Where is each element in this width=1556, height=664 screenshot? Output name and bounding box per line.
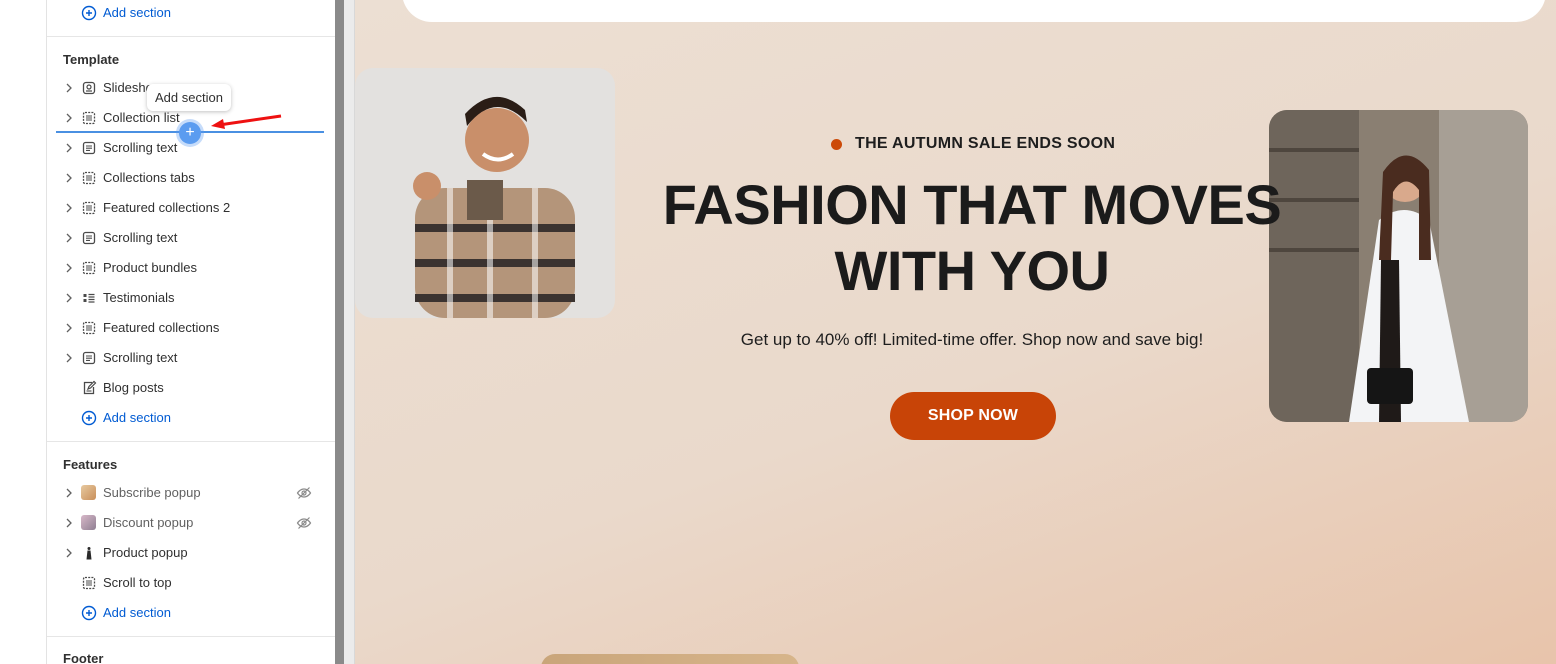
section-label: Testimonials bbox=[103, 290, 175, 305]
layout-icon bbox=[81, 260, 97, 276]
chevron-right-icon[interactable] bbox=[64, 313, 74, 343]
layout-icon bbox=[81, 110, 97, 126]
shop-now-button[interactable]: SHOP NOW bbox=[890, 392, 1056, 440]
feature-item-scroll-to-top[interactable]: Scroll to top bbox=[47, 568, 335, 598]
slideshow-icon bbox=[81, 80, 97, 96]
section-item-featured-collections-2[interactable]: Featured collections 2 bbox=[47, 193, 335, 223]
chevron-right-icon[interactable] bbox=[64, 223, 74, 253]
section-item-scrolling-text[interactable]: Scrolling text bbox=[47, 343, 335, 373]
section-label: Scrolling text bbox=[103, 140, 178, 155]
section-item-testimonials[interactable]: Testimonials bbox=[47, 283, 335, 313]
plus-circle-icon bbox=[81, 605, 97, 621]
divider bbox=[47, 441, 335, 442]
section-item-product-bundles[interactable]: Product bundles bbox=[47, 253, 335, 283]
section-label: Scrolling text bbox=[103, 230, 178, 245]
divider bbox=[47, 636, 335, 637]
chevron-right-icon[interactable] bbox=[64, 283, 74, 313]
figure-thumbnail-icon bbox=[81, 545, 97, 561]
features-add-section-button[interactable]: Add section bbox=[47, 598, 335, 628]
discount-popup-thumbnail bbox=[81, 515, 96, 530]
divider bbox=[47, 36, 335, 37]
chevron-right-icon[interactable] bbox=[64, 508, 74, 538]
feature-item-discount-popup[interactable]: Discount popup bbox=[47, 508, 335, 538]
feature-label: Subscribe popup bbox=[103, 485, 201, 500]
chevron-right-icon[interactable] bbox=[64, 253, 74, 283]
section-item-featured-collections[interactable]: Featured collections bbox=[47, 313, 335, 343]
text-block-icon bbox=[81, 350, 97, 366]
template-heading: Template bbox=[63, 52, 120, 67]
text-block-icon bbox=[81, 230, 97, 246]
plus-circle-icon bbox=[81, 410, 97, 426]
insert-section-button[interactable]: + bbox=[179, 122, 201, 144]
blog-edit-icon bbox=[81, 380, 97, 396]
add-section-label: Add section bbox=[103, 605, 171, 620]
chevron-right-icon[interactable] bbox=[64, 343, 74, 373]
features-heading: Features bbox=[63, 457, 118, 472]
add-section-label: Add section bbox=[103, 5, 171, 20]
layout-icon bbox=[81, 200, 97, 216]
section-item-blog-posts[interactable]: Blog posts bbox=[47, 373, 335, 403]
preview-frame-edge bbox=[344, 0, 355, 664]
add-section-label: Add section bbox=[103, 410, 171, 425]
left-rail bbox=[0, 0, 47, 664]
sale-badge: THE AUTUMN SALE ENDS SOON bbox=[831, 134, 1115, 154]
hero-headline-line-1: FASHION THAT MOVES bbox=[662, 173, 1282, 236]
hero-headline: FASHION THAT MOVES WITH YOU bbox=[617, 172, 1327, 304]
section-label: Featured collections bbox=[103, 320, 220, 335]
add-section-tooltip: Add section bbox=[147, 84, 231, 111]
chevron-right-icon[interactable] bbox=[64, 103, 74, 133]
feature-label: Product popup bbox=[103, 545, 188, 560]
layout-icon bbox=[81, 170, 97, 186]
add-section-header-button[interactable]: Add section bbox=[47, 0, 335, 28]
template-add-section-button[interactable]: Add section bbox=[47, 403, 335, 433]
subscribe-popup-thumbnail bbox=[81, 485, 96, 500]
section-label: Featured collections 2 bbox=[103, 200, 231, 215]
section-label: Blog posts bbox=[103, 380, 164, 395]
text-block-icon bbox=[81, 140, 97, 156]
header-card bbox=[402, 0, 1546, 22]
feature-label: Discount popup bbox=[103, 515, 194, 530]
feature-item-subscribe-popup[interactable]: Subscribe popup bbox=[47, 478, 335, 508]
feature-item-product-popup[interactable]: Product popup bbox=[47, 538, 335, 568]
panel-resize-handle[interactable] bbox=[335, 0, 344, 664]
eye-slash-icon[interactable] bbox=[296, 515, 312, 531]
red-arrow-annotation bbox=[211, 114, 282, 129]
testimonials-icon bbox=[81, 290, 97, 306]
chevron-right-icon[interactable] bbox=[64, 538, 74, 568]
next-section-card bbox=[541, 654, 799, 664]
storefront-preview[interactable]: THE AUTUMN SALE ENDS SOON FASHION THAT M… bbox=[355, 0, 1556, 664]
chevron-right-icon[interactable] bbox=[64, 193, 74, 223]
layout-icon bbox=[81, 320, 97, 336]
layout-icon bbox=[81, 575, 97, 591]
section-label: Product bundles bbox=[103, 260, 197, 275]
status-dot bbox=[831, 138, 842, 150]
chevron-right-icon[interactable] bbox=[64, 133, 74, 163]
section-label: Collections tabs bbox=[103, 170, 195, 185]
section-item-collections-tabs[interactable]: Collections tabs bbox=[47, 163, 335, 193]
section-label: Scrolling text bbox=[103, 350, 178, 365]
chevron-right-icon[interactable] bbox=[64, 73, 74, 103]
plus-circle-icon bbox=[81, 5, 97, 21]
eye-slash-icon[interactable] bbox=[296, 485, 312, 501]
sale-badge-text: THE AUTUMN SALE ENDS SOON bbox=[855, 135, 1116, 152]
feature-label: Scroll to top bbox=[103, 575, 172, 590]
hero-subtext: Get up to 40% off! Limited-time offer. S… bbox=[740, 330, 1204, 349]
section-item-scrolling-text[interactable]: Scrolling text bbox=[47, 223, 335, 253]
hero-image-left bbox=[355, 68, 615, 318]
chevron-right-icon[interactable] bbox=[64, 478, 74, 508]
theme-editor: Add section Template Slideshow Collectio… bbox=[0, 0, 1556, 664]
hero-headline-line-2: WITH YOU bbox=[834, 239, 1110, 302]
chevron-right-icon[interactable] bbox=[64, 163, 74, 193]
plus-icon: + bbox=[185, 124, 195, 141]
footer-heading: Footer bbox=[63, 651, 104, 664]
